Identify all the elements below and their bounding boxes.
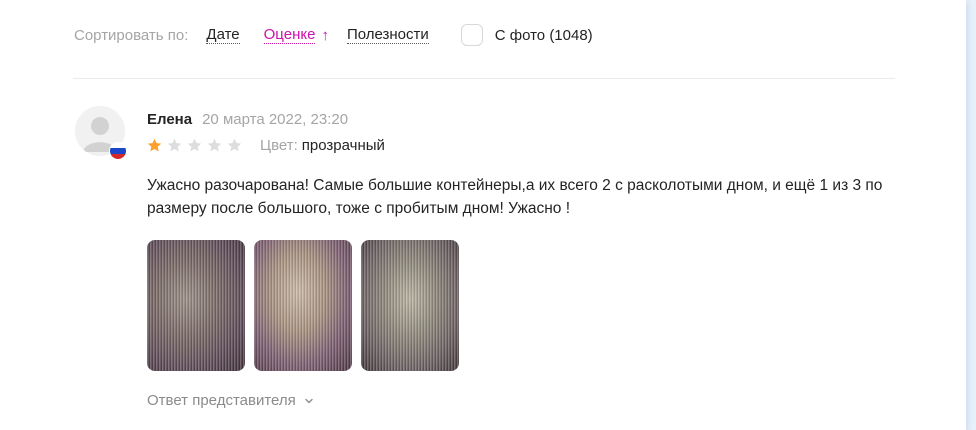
star-empty-icon xyxy=(227,138,242,152)
review-header: Елена 20 марта 2022, 23:20 xyxy=(147,111,348,129)
sort-label: Сортировать по: xyxy=(74,26,189,44)
review-date: 20 марта 2022, 23:20 xyxy=(202,111,349,128)
rating-stars xyxy=(146,137,246,154)
review-photo[interactable] xyxy=(254,240,352,371)
review-photo[interactable] xyxy=(361,240,459,371)
review-text: Ужасно разочарована! Самые большие конте… xyxy=(147,177,883,217)
star-empty-icon xyxy=(187,138,202,152)
star-empty-icon xyxy=(167,138,182,152)
divider xyxy=(73,78,895,79)
sort-by-date[interactable]: Дате xyxy=(206,26,240,44)
photo-filter-checkbox[interactable] xyxy=(460,24,483,46)
rating-row: Цвет: прозрачный xyxy=(146,137,385,154)
sort-bar: Сортировать по: Дате Оценке ↑ Полезности… xyxy=(74,22,593,48)
sort-by-rating[interactable]: Оценке xyxy=(263,26,316,44)
review-photos xyxy=(147,240,468,371)
arrow-up-icon[interactable]: ↑ xyxy=(321,27,329,44)
sort-by-usefulness[interactable]: Полезности xyxy=(346,26,429,44)
review-author: Елена xyxy=(147,111,193,128)
color-label: Цвет: xyxy=(260,137,298,154)
photo-filter-label[interactable]: С фото (1048) xyxy=(495,27,593,44)
review-photo[interactable] xyxy=(147,240,245,371)
russia-flag-icon xyxy=(109,142,127,160)
star-filled-icon xyxy=(147,138,162,152)
seller-answer-label: Ответ представителя xyxy=(147,392,296,409)
star-empty-icon xyxy=(207,138,222,152)
reviews-card: Сортировать по: Дате Оценке ↑ Полезности… xyxy=(0,0,966,430)
color-value: прозрачный xyxy=(301,137,385,154)
seller-answer-toggle[interactable]: Ответ представителя xyxy=(147,392,314,409)
chevron-down-icon xyxy=(305,398,313,403)
